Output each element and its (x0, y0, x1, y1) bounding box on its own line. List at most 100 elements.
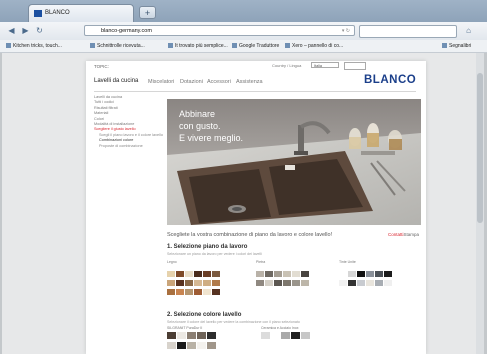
nav-item-miscelatori[interactable]: Miscelatori (148, 79, 174, 85)
bookmark-icon (285, 43, 290, 48)
color-swatch[interactable] (167, 271, 175, 277)
page-scrollbar[interactable] (476, 53, 484, 354)
color-swatch[interactable] (339, 280, 347, 286)
back-button[interactable]: ◀ (6, 25, 17, 36)
color-swatch[interactable] (194, 289, 202, 295)
contact-print-links[interactable]: ContattiStampa (388, 232, 419, 237)
bookmark-item[interactable]: Schnittrolle ricevuta... (90, 40, 145, 52)
color-swatch[interactable] (203, 280, 211, 286)
browser-search-input[interactable] (359, 25, 457, 38)
color-swatch[interactable] (203, 271, 211, 277)
color-swatch[interactable] (292, 280, 300, 286)
forward-button[interactable]: ▶ (20, 25, 31, 36)
home-icon[interactable]: ⌂ (463, 25, 474, 36)
url-controls-icon[interactable]: ▾ ↻ (342, 26, 350, 37)
color-swatch[interactable] (281, 332, 290, 339)
color-swatch[interactable] (212, 271, 220, 277)
color-swatch[interactable] (194, 271, 202, 277)
color-swatch[interactable] (194, 280, 202, 286)
bookmark-item[interactable]: It trovato più semplice... (168, 40, 228, 52)
color-swatch[interactable] (301, 271, 309, 277)
nav-item-dotazioni[interactable]: Dotazioni (180, 79, 203, 85)
swatch-column (283, 271, 291, 286)
color-swatch[interactable] (366, 280, 374, 286)
color-swatch[interactable] (185, 271, 193, 277)
nav-item-accessori[interactable]: Accessori (207, 79, 231, 85)
color-swatch[interactable] (167, 289, 175, 295)
color-swatch[interactable] (207, 332, 216, 339)
color-swatch[interactable] (348, 280, 356, 286)
color-swatch[interactable] (185, 280, 193, 286)
color-swatch[interactable] (265, 271, 273, 277)
nav-item-lavelli[interactable]: Lavelli da cucina (94, 78, 138, 84)
color-swatch[interactable] (301, 280, 309, 286)
color-swatch[interactable] (177, 332, 186, 339)
color-swatch[interactable] (176, 271, 184, 277)
section1-title: 1. Selezione piano da lavoro (167, 244, 248, 250)
blanco-logo[interactable]: BLANCO (364, 74, 416, 86)
color-swatch[interactable] (375, 271, 383, 277)
site-search-input[interactable] (344, 62, 366, 70)
color-swatch[interactable] (375, 280, 383, 286)
color-swatch[interactable] (167, 342, 176, 349)
color-swatch[interactable] (384, 271, 392, 277)
color-swatch[interactable] (339, 271, 347, 277)
color-swatch[interactable] (291, 332, 300, 339)
screen: BLANCO + ◀ ▶ ↻ blanco-germany.com ▾ ↻ ⌂ … (0, 0, 487, 354)
color-swatch[interactable] (292, 271, 300, 277)
swatch-column (348, 271, 356, 286)
color-swatch[interactable] (185, 289, 193, 295)
color-swatch[interactable] (256, 271, 264, 277)
section2-title: 2. Selezione colore lavello (167, 312, 242, 318)
color-swatch[interactable] (167, 280, 175, 286)
color-swatch[interactable] (167, 332, 176, 339)
color-swatch[interactable] (197, 342, 206, 349)
color-swatch[interactable] (301, 332, 310, 339)
header-divider (94, 91, 416, 92)
url-input[interactable]: blanco-germany.com ▾ ↻ (84, 25, 355, 36)
sidebar-subitem[interactable]: Proposte di combinazione (94, 144, 166, 149)
color-swatch[interactable] (212, 289, 220, 295)
color-swatch[interactable] (265, 280, 273, 286)
color-swatch[interactable] (187, 342, 196, 349)
color-swatch[interactable] (203, 289, 211, 295)
color-swatch[interactable] (176, 289, 184, 295)
color-swatch[interactable] (274, 280, 282, 286)
color-swatch[interactable] (187, 332, 196, 339)
color-swatch[interactable] (271, 332, 280, 339)
color-swatch[interactable] (283, 280, 291, 286)
bookmark-item[interactable]: Xero – pannello di co... (285, 40, 343, 52)
nav-item-assistenza[interactable]: Assistenza (236, 79, 263, 85)
swatch-column (357, 271, 365, 286)
color-swatch[interactable] (212, 280, 220, 286)
swatch-column (203, 271, 211, 295)
swatch-column (384, 271, 392, 286)
color-swatch[interactable] (366, 271, 374, 277)
contact-link[interactable]: Contatti (388, 232, 404, 237)
color-swatch[interactable] (176, 280, 184, 286)
reload-button[interactable]: ↻ (34, 25, 45, 36)
print-link[interactable]: Stampa (404, 232, 420, 237)
browser-tab[interactable]: BLANCO (28, 4, 134, 22)
bookmark-item[interactable]: Google Traduttore (232, 40, 279, 52)
color-swatch[interactable] (177, 342, 186, 349)
color-swatch[interactable] (261, 332, 270, 339)
bookmark-item[interactable]: Segnalibri (442, 40, 471, 52)
color-swatch[interactable] (384, 280, 392, 286)
country-label: Country / Lingua (272, 63, 302, 68)
scrollbar-thumb[interactable] (477, 73, 483, 223)
color-swatch[interactable] (207, 342, 216, 349)
country-select[interactable]: Italia (311, 62, 339, 68)
swatch-column (177, 332, 186, 349)
new-tab-button[interactable]: + (139, 6, 156, 19)
color-swatch[interactable] (283, 271, 291, 277)
color-swatch[interactable] (197, 332, 206, 339)
color-swatch[interactable] (357, 271, 365, 277)
color-swatch[interactable] (348, 271, 356, 277)
swatch-column (197, 332, 206, 349)
color-swatch[interactable] (256, 280, 264, 286)
swatch-column (339, 271, 347, 286)
color-swatch[interactable] (357, 280, 365, 286)
color-swatch[interactable] (274, 271, 282, 277)
bookmark-item[interactable]: Kitchen tricks, touch... (6, 40, 62, 52)
